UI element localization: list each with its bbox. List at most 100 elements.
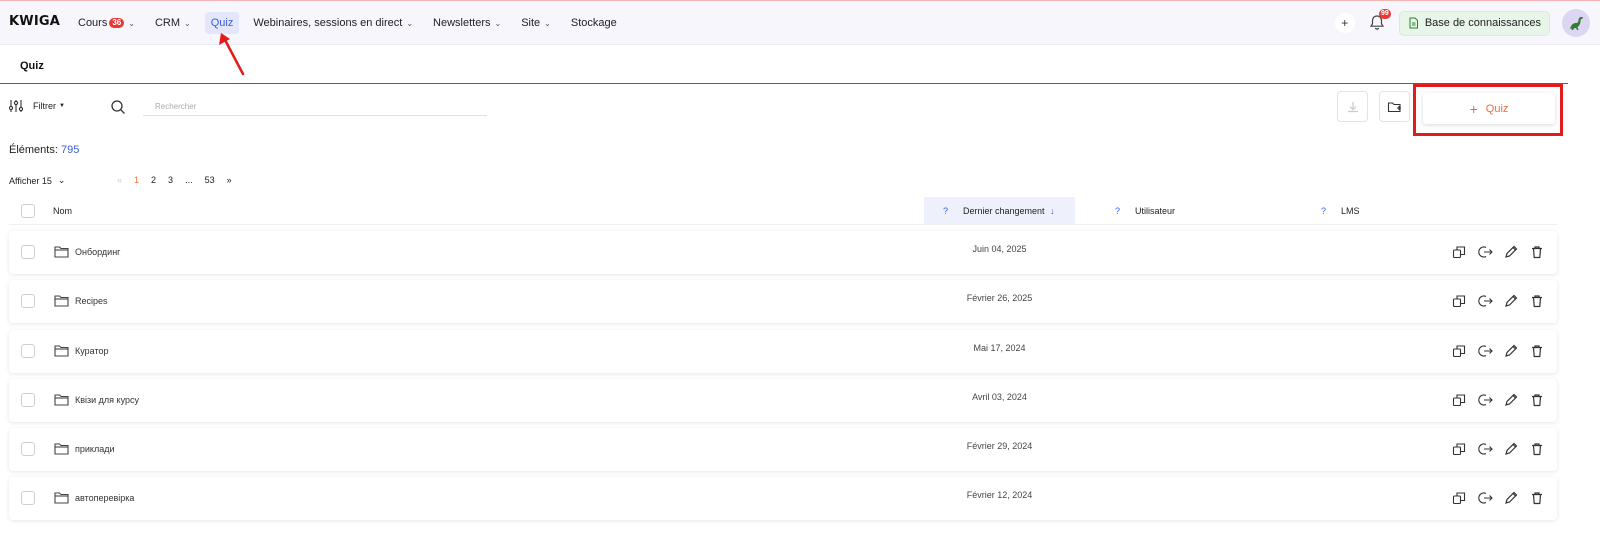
select-all-checkbox[interactable]: [21, 204, 35, 218]
row-checkbox[interactable]: [21, 294, 35, 308]
row-name[interactable]: Онбординг: [75, 247, 120, 257]
courses-count-badge: 36: [109, 18, 125, 28]
app-logo[interactable]: KWIGA: [9, 14, 60, 29]
chevron-down-icon: ⌄: [494, 18, 502, 28]
page-size-label: Afficher 15: [9, 175, 52, 186]
nav-item-site[interactable]: Site ⌄: [515, 12, 557, 34]
move-icon[interactable]: [1477, 343, 1493, 359]
row-date: Avril 03, 2024: [972, 392, 1027, 402]
row-name[interactable]: Recipes: [75, 296, 108, 306]
folder-icon: [54, 393, 69, 409]
table-row[interactable]: Квізи для курсу Avril 03, 2024: [9, 379, 1557, 422]
trash-icon[interactable]: [1529, 244, 1545, 260]
elements-summary: Éléments: 795: [9, 144, 79, 156]
arrow-down-icon: ↓: [1050, 206, 1055, 216]
add-icon[interactable]: +: [1334, 13, 1355, 33]
move-icon[interactable]: [1477, 490, 1493, 506]
nav-item-webinaires[interactable]: Webinaires, sessions en direct ⌄: [247, 12, 419, 34]
nav-item-label: Site: [521, 17, 541, 29]
move-icon[interactable]: [1477, 441, 1493, 457]
move-icon[interactable]: [1477, 392, 1493, 408]
trash-icon[interactable]: [1529, 441, 1545, 457]
last-page-button[interactable]: »: [227, 175, 232, 185]
new-folder-button[interactable]: [1379, 91, 1410, 122]
edit-icon[interactable]: [1503, 293, 1519, 309]
row-checkbox[interactable]: [21, 393, 35, 407]
move-icon[interactable]: [1477, 244, 1493, 260]
page-size-select[interactable]: Afficher 15 ⌄: [9, 175, 65, 186]
row-checkbox[interactable]: [21, 442, 35, 456]
row-actions: [1441, 490, 1545, 506]
search-input[interactable]: [143, 98, 487, 116]
nav-item-label: CRM: [154, 17, 181, 29]
copy-icon[interactable]: [1451, 343, 1467, 359]
table-row[interactable]: Онбординг Juin 04, 2025: [9, 231, 1557, 274]
copy-icon[interactable]: [1451, 392, 1467, 408]
row-date: Février 26, 2025: [966, 293, 1033, 303]
trash-icon[interactable]: [1529, 343, 1545, 359]
first-page-button[interactable]: «: [117, 175, 122, 185]
download-button[interactable]: [1337, 91, 1368, 122]
search-icon[interactable]: [110, 99, 126, 115]
row-name[interactable]: приклади: [75, 444, 114, 454]
copy-icon[interactable]: [1451, 244, 1467, 260]
column-lms[interactable]: LMS: [1341, 206, 1360, 216]
trash-icon[interactable]: [1529, 293, 1545, 309]
folder-icon: [54, 245, 69, 261]
table-row[interactable]: Куратор Mai 17, 2024: [9, 330, 1557, 373]
folder-icon: [54, 442, 69, 458]
edit-icon[interactable]: [1503, 343, 1519, 359]
knowledge-base-button[interactable]: Base de connaissances: [1398, 10, 1550, 36]
row-name[interactable]: Куратор: [75, 346, 109, 356]
edit-icon[interactable]: [1503, 244, 1519, 260]
copy-icon[interactable]: [1451, 490, 1467, 506]
main-nav: Cours 36 ⌄ CRM ⌄ Quiz Webinaires, sessio…: [72, 12, 631, 34]
avatar[interactable]: [1562, 9, 1590, 37]
help-icon[interactable]: ?: [943, 206, 948, 216]
filter-button[interactable]: Filtrer ▼: [9, 99, 65, 113]
trash-icon[interactable]: [1529, 392, 1545, 408]
row-checkbox[interactable]: [21, 344, 35, 358]
row-actions: [1441, 441, 1545, 457]
help-icon[interactable]: ?: [1115, 206, 1120, 216]
plus-icon: +: [1469, 100, 1478, 117]
row-name[interactable]: Квізи для курсу: [75, 395, 139, 405]
page-link[interactable]: 53: [205, 175, 215, 185]
page-link[interactable]: 3: [168, 175, 173, 185]
edit-icon[interactable]: [1503, 490, 1519, 506]
table-row[interactable]: Recipes Février 26, 2025: [9, 280, 1557, 323]
nav-item-label: Cours: [78, 17, 108, 29]
notifications-button[interactable]: 99: [1367, 9, 1391, 33]
table-row[interactable]: приклади Février 29, 2024: [9, 428, 1557, 471]
trash-icon[interactable]: [1529, 490, 1545, 506]
nav-item-cours[interactable]: Cours 36 ⌄: [72, 12, 141, 34]
page-ellipsis: ...: [185, 175, 193, 185]
row-date: Juin 04, 2025: [972, 244, 1027, 254]
copy-icon[interactable]: [1451, 441, 1467, 457]
row-checkbox[interactable]: [21, 491, 35, 505]
add-quiz-label: Quiz: [1485, 102, 1509, 115]
nav-item-newsletters[interactable]: Newsletters ⌄: [427, 12, 507, 34]
page-link[interactable]: 1: [134, 175, 139, 185]
edit-icon[interactable]: [1503, 441, 1519, 457]
chevron-down-icon: ⌄: [57, 175, 66, 185]
help-icon[interactable]: ?: [1321, 206, 1326, 216]
add-quiz-button[interactable]: + Quiz: [1423, 93, 1555, 124]
row-name[interactable]: автоперевірка: [75, 493, 134, 503]
folder-icon: [54, 294, 69, 310]
page-link[interactable]: 2: [151, 175, 156, 185]
nav-item-stockage[interactable]: Stockage: [565, 12, 623, 34]
nav-item-crm[interactable]: CRM ⌄: [149, 12, 197, 34]
row-checkbox[interactable]: [21, 245, 35, 259]
chevron-down-icon: ⌄: [544, 18, 551, 28]
notification-count-badge: 99: [1379, 9, 1391, 19]
column-name[interactable]: Nom: [53, 206, 72, 216]
column-user[interactable]: Utilisateur: [1135, 206, 1175, 216]
row-actions: [1441, 343, 1545, 359]
edit-icon[interactable]: [1503, 392, 1519, 408]
move-icon[interactable]: [1477, 293, 1493, 309]
table-row[interactable]: автоперевірка Février 12, 2024: [9, 477, 1557, 520]
column-last-change[interactable]: Dernier changement ↓: [963, 206, 1055, 216]
copy-icon[interactable]: [1451, 293, 1467, 309]
row-actions: [1441, 244, 1545, 260]
